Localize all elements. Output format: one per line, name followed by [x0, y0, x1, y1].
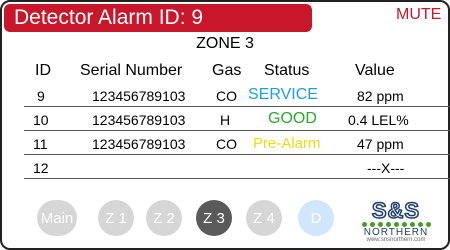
row-id: 10	[33, 112, 49, 128]
table-row[interactable]: 11 123456789103 CO Pre-Alarm 47 ppm	[0, 132, 450, 156]
table-header: ID Serial Number Gas Status Value	[0, 58, 450, 82]
row-value: 0.4 LEL%	[348, 112, 409, 128]
nav-zone4-button[interactable]: Z 4	[246, 200, 282, 236]
zone-title: ZONE 3	[196, 35, 254, 52]
nav-zone3-button[interactable]: Z 3	[196, 200, 232, 236]
alarm-title: Detector Alarm ID: 9	[14, 6, 204, 29]
col-gas-header: Gas	[212, 62, 242, 79]
row-id: 12	[33, 160, 49, 176]
row-divider	[24, 154, 450, 155]
row-serial: 123456789103	[92, 112, 186, 128]
zone-nav: Main Z 1 Z 2 Z 3 Z 4 D S&S NORTHERN www.…	[0, 196, 450, 243]
row-divider	[24, 130, 450, 131]
row-gas: H	[220, 112, 231, 128]
row-status: Pre-Alarm	[253, 135, 321, 152]
row-gas: CO	[216, 136, 237, 152]
logo-url: www.snsnorthern.com	[366, 237, 426, 243]
sns-northern-logo: S&S NORTHERN www.snsnorthern.com	[354, 197, 438, 243]
row-status: SERVICE	[248, 86, 318, 103]
nav-main-button[interactable]: Main	[37, 200, 77, 236]
row-id: 9	[37, 88, 45, 104]
col-id-header: ID	[35, 62, 51, 79]
alarm-banner: Detector Alarm ID: 9	[4, 4, 312, 32]
row-divider	[24, 178, 450, 179]
row-gas: CO	[216, 88, 237, 104]
table-row[interactable]: 9 123456789103 CO SERVICE 82 ppm	[0, 84, 450, 108]
row-status: GOOD	[268, 110, 317, 127]
row-value: ---X---	[367, 160, 405, 176]
mute-button[interactable]: MUTE	[396, 6, 441, 24]
row-value: 47 ppm	[357, 136, 404, 152]
row-serial: 123456789103	[92, 136, 186, 152]
row-serial: 123456789103	[92, 88, 186, 104]
table-row[interactable]: 12 ---X---	[0, 156, 450, 180]
col-serial-header: Serial Number	[80, 62, 183, 79]
nav-zone1-button[interactable]: Z 1	[98, 200, 134, 236]
row-value: 82 ppm	[357, 88, 404, 104]
table-row[interactable]: 10 123456789103 H GOOD 0.4 LEL%	[0, 108, 450, 132]
nav-d-button[interactable]: D	[298, 200, 334, 236]
nav-zone2-button[interactable]: Z 2	[146, 200, 182, 236]
row-divider	[24, 106, 450, 107]
row-id: 11	[33, 136, 48, 152]
col-value-header: Value	[355, 62, 395, 79]
col-status-header: Status	[264, 62, 310, 79]
